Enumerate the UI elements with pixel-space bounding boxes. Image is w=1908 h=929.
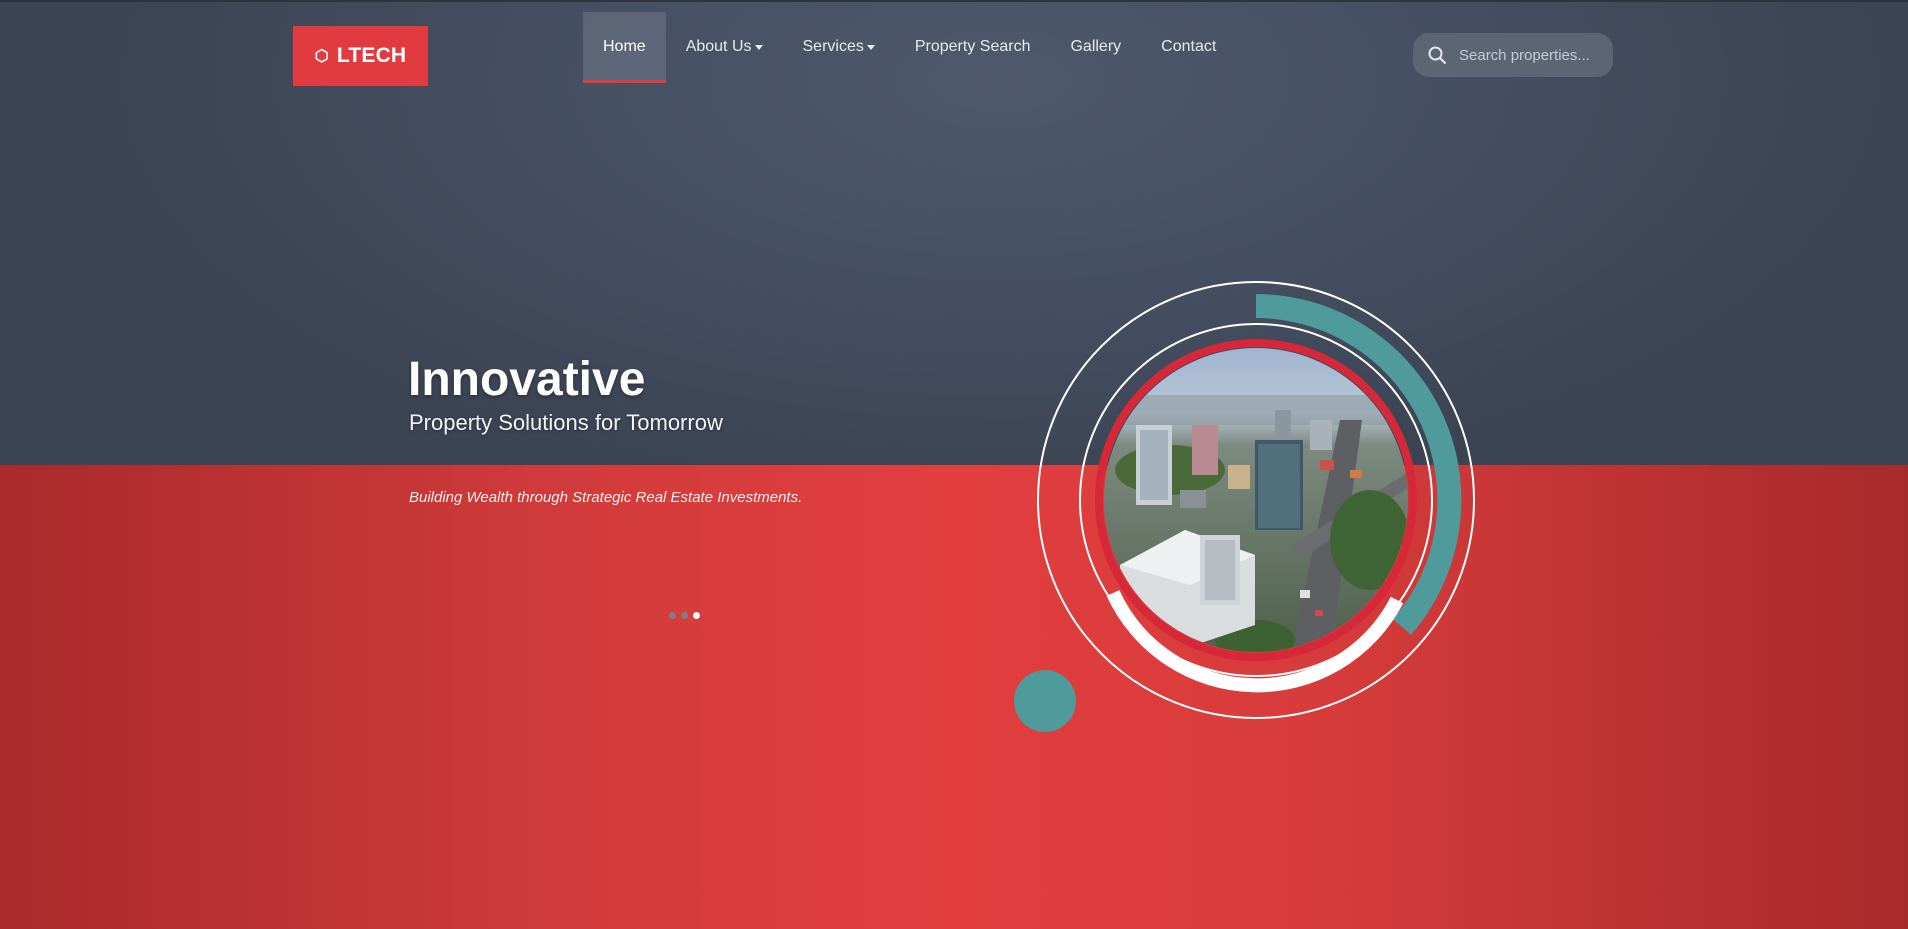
search-icon	[1428, 46, 1447, 65]
search-input[interactable]	[1457, 45, 1611, 65]
nav-item-home[interactable]: Home	[583, 12, 666, 83]
nav-item-label: Services	[802, 38, 864, 55]
nav-item-contact[interactable]: Contact	[1141, 12, 1236, 83]
page: ⬡ LTECH Home About Us Services Property …	[0, 0, 1908, 929]
nav-item-label: Gallery	[1070, 38, 1122, 55]
carousel-dot[interactable]	[681, 612, 688, 619]
main-nav: Home About Us Services Property Search G…	[583, 12, 1236, 84]
hexagon-icon: ⬡	[314, 48, 329, 65]
brand-logo[interactable]: ⬡ LTECH	[293, 26, 428, 86]
nav-item-services[interactable]: Services	[783, 12, 895, 83]
caret-down-icon	[754, 45, 763, 50]
nav-item-label: Contact	[1161, 38, 1217, 55]
nav-item-label: Property Search	[914, 38, 1031, 55]
nav-item-about-us[interactable]: About Us	[666, 12, 783, 83]
nav-item-property-search[interactable]: Property Search	[895, 12, 1051, 83]
hero-title: Innovative	[408, 353, 646, 406]
brand-logo-text: LTECH	[336, 44, 407, 67]
hero-subtitle: Property Solutions for Tomorrow	[409, 410, 723, 435]
nav-item-gallery[interactable]: Gallery	[1050, 12, 1141, 83]
hero-graphic	[1037, 281, 1475, 719]
search-box[interactable]	[1413, 33, 1613, 77]
nav-item-label: About Us	[685, 38, 752, 55]
top-border	[0, 0, 1908, 2]
hero-tagline: Building Wealth through Strategic Real E…	[409, 489, 803, 506]
caret-down-icon	[866, 45, 875, 50]
carousel-indicators	[669, 612, 700, 619]
nav-item-label: Home	[603, 38, 646, 55]
carousel-dot-active[interactable]	[693, 612, 700, 619]
carousel-dot[interactable]	[669, 612, 676, 619]
decorative-teal-circle	[1014, 670, 1076, 732]
